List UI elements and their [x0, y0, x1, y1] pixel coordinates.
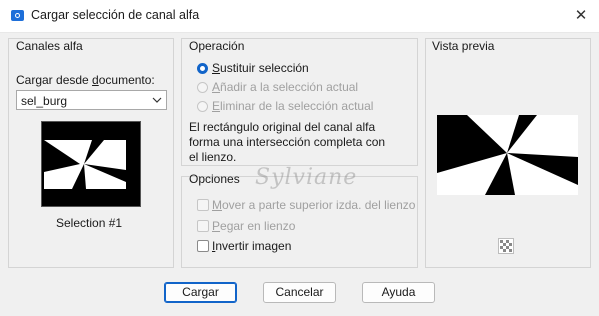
radio-sustituir[interactable]	[197, 63, 208, 74]
chevron-down-icon	[152, 92, 162, 111]
source-document-select[interactable]: sel_burg	[16, 90, 167, 110]
radio-eliminar-label[interactable]: Eliminar de la selección actual	[212, 99, 373, 113]
check-mover[interactable]	[197, 199, 209, 211]
check-pegar[interactable]	[197, 220, 209, 232]
operation-description: El rectángulo original del canal alfa fo…	[189, 120, 386, 164]
check-invertir[interactable]	[197, 240, 209, 252]
check-mover-label[interactable]: Mover a parte superior izda. del lienzo	[212, 198, 415, 212]
operacion-label: Operación	[189, 39, 245, 53]
source-document-value: sel_burg	[21, 94, 68, 108]
opciones-label: Opciones	[189, 172, 240, 186]
cargar-button[interactable]: Cargar	[164, 282, 237, 303]
preview-label: Vista previa	[432, 39, 495, 53]
source-label-text: Cargar desde documento:	[16, 73, 155, 87]
thumbnail-dropdown[interactable]	[126, 121, 140, 207]
close-button[interactable]: ✕	[568, 4, 594, 28]
app-icon	[11, 10, 24, 21]
caret-down-icon	[129, 159, 137, 164]
selection-name: Selection #1	[56, 216, 123, 230]
ayuda-button[interactable]: Ayuda	[362, 282, 435, 303]
cancelar-button[interactable]: Cancelar	[263, 282, 336, 303]
check-pegar-label[interactable]: Pegar en lienzo	[212, 219, 295, 233]
checkerboard-glyph	[500, 240, 512, 252]
source-label: Cargar desde documento:	[16, 73, 155, 87]
radio-anadir-label[interactable]: Añadir a la selección actual	[212, 80, 358, 94]
preview-image-art	[437, 115, 578, 195]
radio-anadir[interactable]	[197, 82, 208, 93]
window-title: Cargar selección de canal alfa	[31, 8, 200, 22]
radio-eliminar[interactable]	[197, 101, 208, 112]
canales-alfa-label: Canales alfa	[16, 39, 83, 53]
radio-sustituir-label[interactable]: Sustituir selección	[212, 61, 309, 75]
checkerboard-icon[interactable]	[498, 238, 514, 254]
watermark-text: Sylviane	[255, 165, 358, 190]
preview-image	[437, 115, 578, 195]
check-invertir-label[interactable]: Invertir imagen	[212, 239, 291, 253]
